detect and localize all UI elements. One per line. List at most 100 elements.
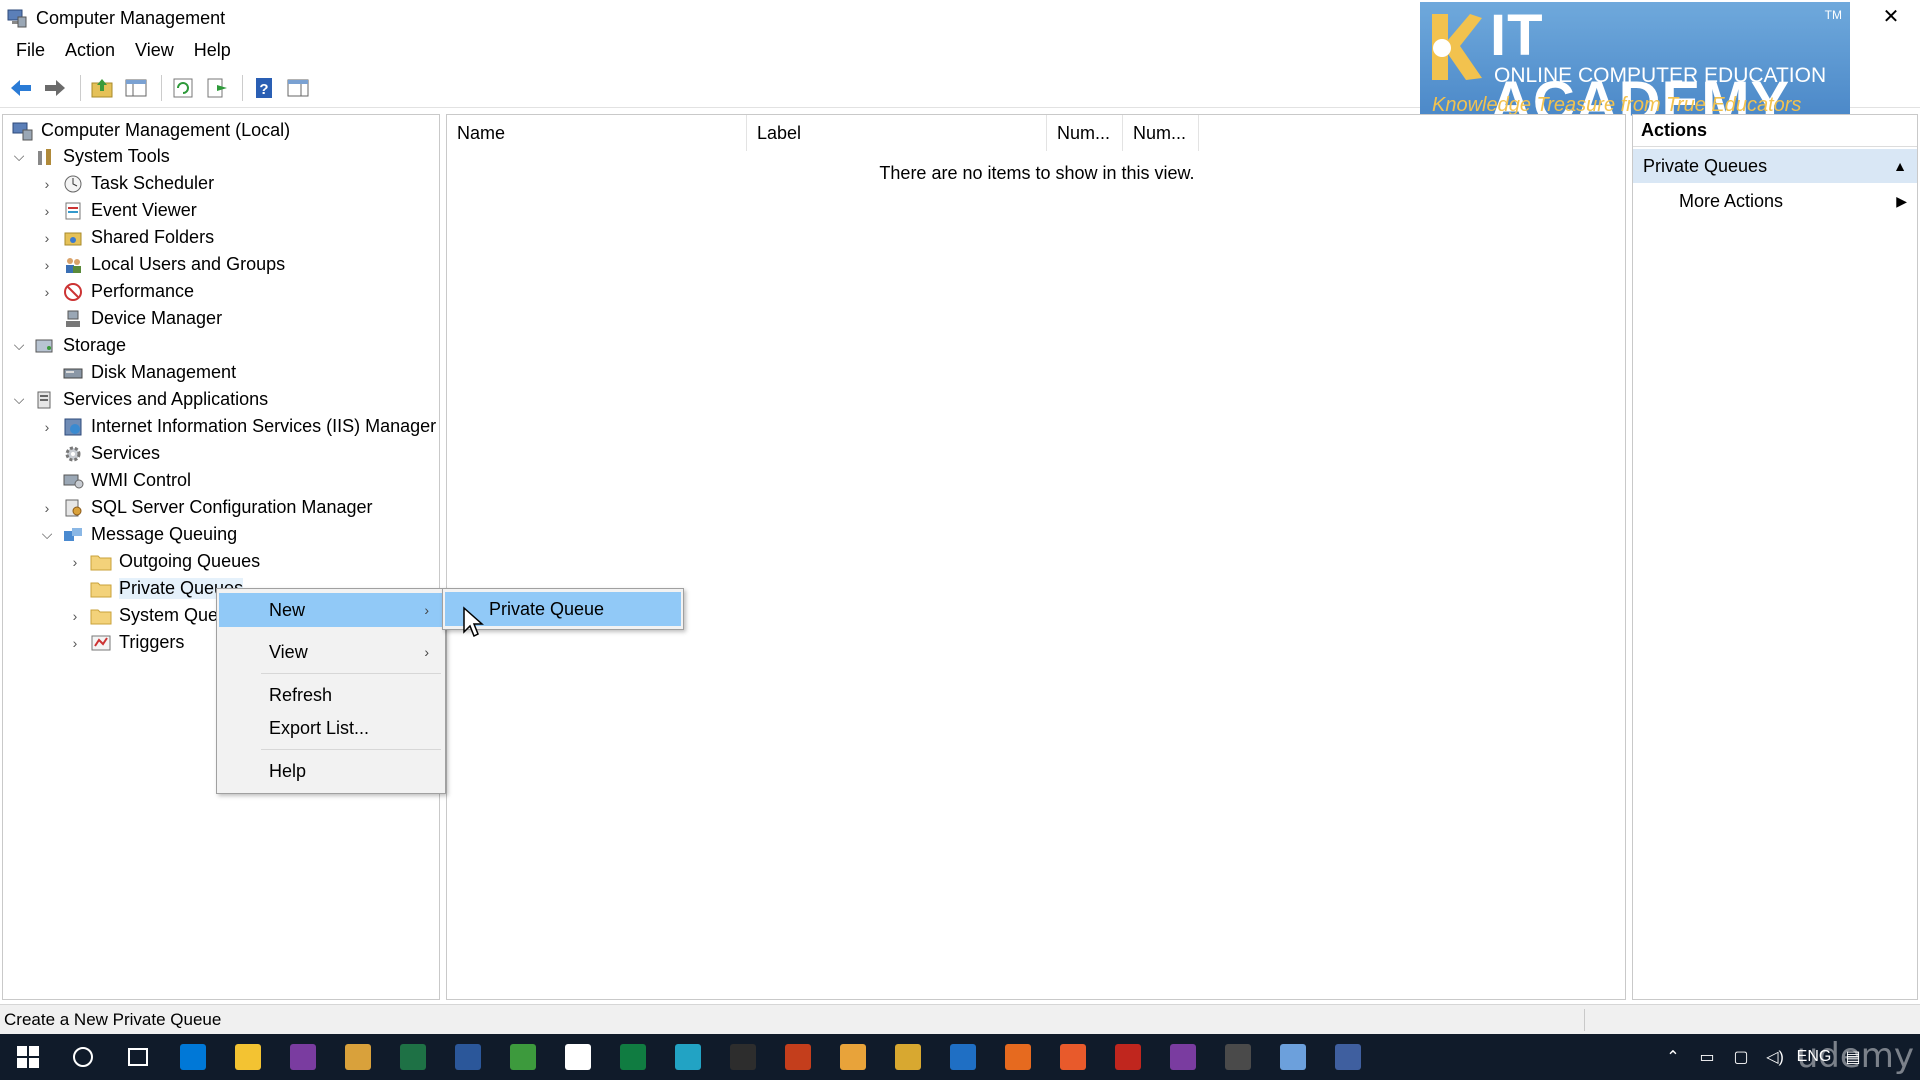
- context-menu-help[interactable]: Help: [219, 754, 443, 788]
- taskbar-app-icon[interactable]: [1210, 1034, 1265, 1080]
- taskbar-app-icon[interactable]: [495, 1034, 550, 1080]
- toolbar-separator: [161, 74, 162, 101]
- status-bar: Create a New Private Queue: [0, 1004, 1920, 1034]
- up-level-button[interactable]: [87, 73, 117, 103]
- tree-item-triggers[interactable]: › Triggers: [65, 629, 185, 656]
- forward-button[interactable]: [40, 73, 70, 103]
- menu-separator: [261, 673, 441, 674]
- chevron-right-icon[interactable]: ›: [37, 417, 57, 437]
- tree-item-root[interactable]: Computer Management (Local): [7, 117, 290, 144]
- close-button[interactable]: ✕: [1862, 0, 1920, 32]
- tree-item-task-scheduler[interactable]: › Task Scheduler: [37, 170, 214, 197]
- tree-item-sql-config[interactable]: › SQL Server Configuration Manager: [37, 494, 373, 521]
- tree-item-local-users[interactable]: › Local Users and Groups: [37, 251, 285, 278]
- volume-icon[interactable]: ◁): [1758, 1034, 1792, 1080]
- chevron-down-icon[interactable]: ⌵: [9, 147, 29, 167]
- taskbar-app-icon[interactable]: [1155, 1034, 1210, 1080]
- tree-item-message-queuing[interactable]: ⌵ Message Queuing: [37, 521, 237, 548]
- taskbar-app-icon[interactable]: [825, 1034, 880, 1080]
- chevron-right-icon[interactable]: ›: [37, 498, 57, 518]
- column-header-num-2[interactable]: Num...: [1123, 115, 1199, 151]
- column-header-name[interactable]: Name: [447, 115, 747, 151]
- chevron-right-icon[interactable]: ›: [37, 201, 57, 221]
- tree-item-system-tools[interactable]: ⌵ System Tools: [9, 143, 170, 170]
- taskbar-app-icon[interactable]: [275, 1034, 330, 1080]
- taskbar-app-icon[interactable]: [220, 1034, 275, 1080]
- back-button[interactable]: [6, 73, 36, 103]
- taskbar-app-icon[interactable]: [550, 1034, 605, 1080]
- context-menu-export-list[interactable]: Export List...: [219, 711, 443, 745]
- network-icon[interactable]: ▢: [1724, 1034, 1758, 1080]
- app-tile-icon: [619, 1044, 646, 1070]
- tree-item-services-applications[interactable]: ⌵ Services and Applications: [9, 386, 268, 413]
- tree-label: Computer Management (Local): [41, 120, 291, 140]
- results-list[interactable]: Name Label Num... Num... There are no it…: [446, 114, 1626, 1000]
- chevron-right-icon[interactable]: ›: [37, 174, 57, 194]
- menu-view[interactable]: View: [125, 40, 184, 61]
- menu-item-label: Refresh: [269, 684, 333, 705]
- taskbar-app-icon[interactable]: [715, 1034, 770, 1080]
- taskbar-app-icon[interactable]: [165, 1034, 220, 1080]
- export-list-button[interactable]: [202, 73, 232, 103]
- chevron-up-icon[interactable]: ⌃: [1656, 1034, 1690, 1080]
- context-menu-view[interactable]: View ›: [219, 635, 443, 669]
- chevron-down-icon[interactable]: ⌵: [9, 336, 29, 356]
- taskbar-app-icon[interactable]: [440, 1034, 495, 1080]
- taskbar-app-icon[interactable]: [1100, 1034, 1155, 1080]
- chevron-right-icon[interactable]: ›: [65, 552, 85, 572]
- chevron-right-icon[interactable]: ›: [65, 633, 85, 653]
- context-menu-new[interactable]: New ›: [219, 593, 443, 627]
- search-button[interactable]: [55, 1034, 110, 1080]
- tree-item-outgoing-queues[interactable]: › Outgoing Queues: [65, 548, 260, 575]
- taskbar-app-icon[interactable]: [605, 1034, 660, 1080]
- chevron-right-icon[interactable]: ›: [37, 228, 57, 248]
- more-actions-item[interactable]: More Actions ▶: [1633, 183, 1917, 219]
- app-tile-icon: [784, 1044, 811, 1070]
- tree-item-event-viewer[interactable]: › Event Viewer: [37, 197, 197, 224]
- battery-icon[interactable]: ▭: [1690, 1034, 1724, 1080]
- taskbar-app-icon[interactable]: [385, 1034, 440, 1080]
- taskbar-apps: [165, 1034, 1375, 1080]
- chevron-right-icon[interactable]: ›: [37, 255, 57, 275]
- help-button[interactable]: ?: [249, 73, 279, 103]
- tree-item-wmi-control[interactable]: WMI Control: [57, 467, 191, 494]
- tree-item-iis-manager[interactable]: › Internet Information Services (IIS) Ma…: [37, 413, 437, 440]
- taskbar-app-icon[interactable]: [990, 1034, 1045, 1080]
- taskbar-app-icon[interactable]: [1320, 1034, 1375, 1080]
- refresh-button[interactable]: [168, 73, 198, 103]
- column-header-num-1[interactable]: Num...: [1047, 115, 1123, 151]
- taskbar-app-icon[interactable]: [660, 1034, 715, 1080]
- tree-item-shared-folders[interactable]: › Shared Folders: [37, 224, 214, 251]
- taskbar-app-icon[interactable]: [935, 1034, 990, 1080]
- users-icon: [61, 254, 85, 276]
- taskbar-app-icon[interactable]: [330, 1034, 385, 1080]
- task-view-button[interactable]: [110, 1034, 165, 1080]
- tree-item-device-manager[interactable]: Device Manager: [57, 305, 222, 332]
- tree-item-storage[interactable]: ⌵ Storage: [9, 332, 126, 359]
- taskbar-app-icon[interactable]: [1265, 1034, 1320, 1080]
- menu-action[interactable]: Action: [55, 40, 125, 61]
- chevron-right-icon[interactable]: ›: [37, 282, 57, 302]
- menu-help[interactable]: Help: [184, 40, 241, 61]
- tree-item-services[interactable]: Services: [57, 440, 160, 467]
- chevron-down-icon[interactable]: ⌵: [9, 390, 29, 410]
- tree-item-performance[interactable]: › Performance: [37, 278, 194, 305]
- console-tree[interactable]: Computer Management (Local) ⌵ System Too…: [2, 114, 440, 1000]
- triggers-icon: [89, 632, 113, 654]
- status-text: Create a New Private Queue: [4, 1009, 222, 1029]
- tree-item-disk-management[interactable]: Disk Management: [57, 359, 236, 386]
- shared-folder-icon: [61, 227, 85, 249]
- chevron-down-icon[interactable]: ⌵: [37, 525, 57, 545]
- taskbar-app-icon[interactable]: [770, 1034, 825, 1080]
- context-menu-refresh[interactable]: Refresh: [219, 678, 443, 712]
- start-button[interactable]: [0, 1034, 55, 1080]
- taskbar-app-icon[interactable]: [880, 1034, 935, 1080]
- actions-section-private-queues[interactable]: Private Queues ▲: [1633, 149, 1917, 183]
- collapse-up-icon[interactable]: ▲: [1893, 158, 1907, 174]
- menu-file[interactable]: File: [6, 40, 55, 61]
- show-hide-tree-button[interactable]: [121, 73, 151, 103]
- taskbar-app-icon[interactable]: [1045, 1034, 1100, 1080]
- console-view-button[interactable]: [283, 73, 313, 103]
- chevron-right-icon[interactable]: ›: [65, 606, 85, 626]
- column-header-label[interactable]: Label: [747, 115, 1047, 151]
